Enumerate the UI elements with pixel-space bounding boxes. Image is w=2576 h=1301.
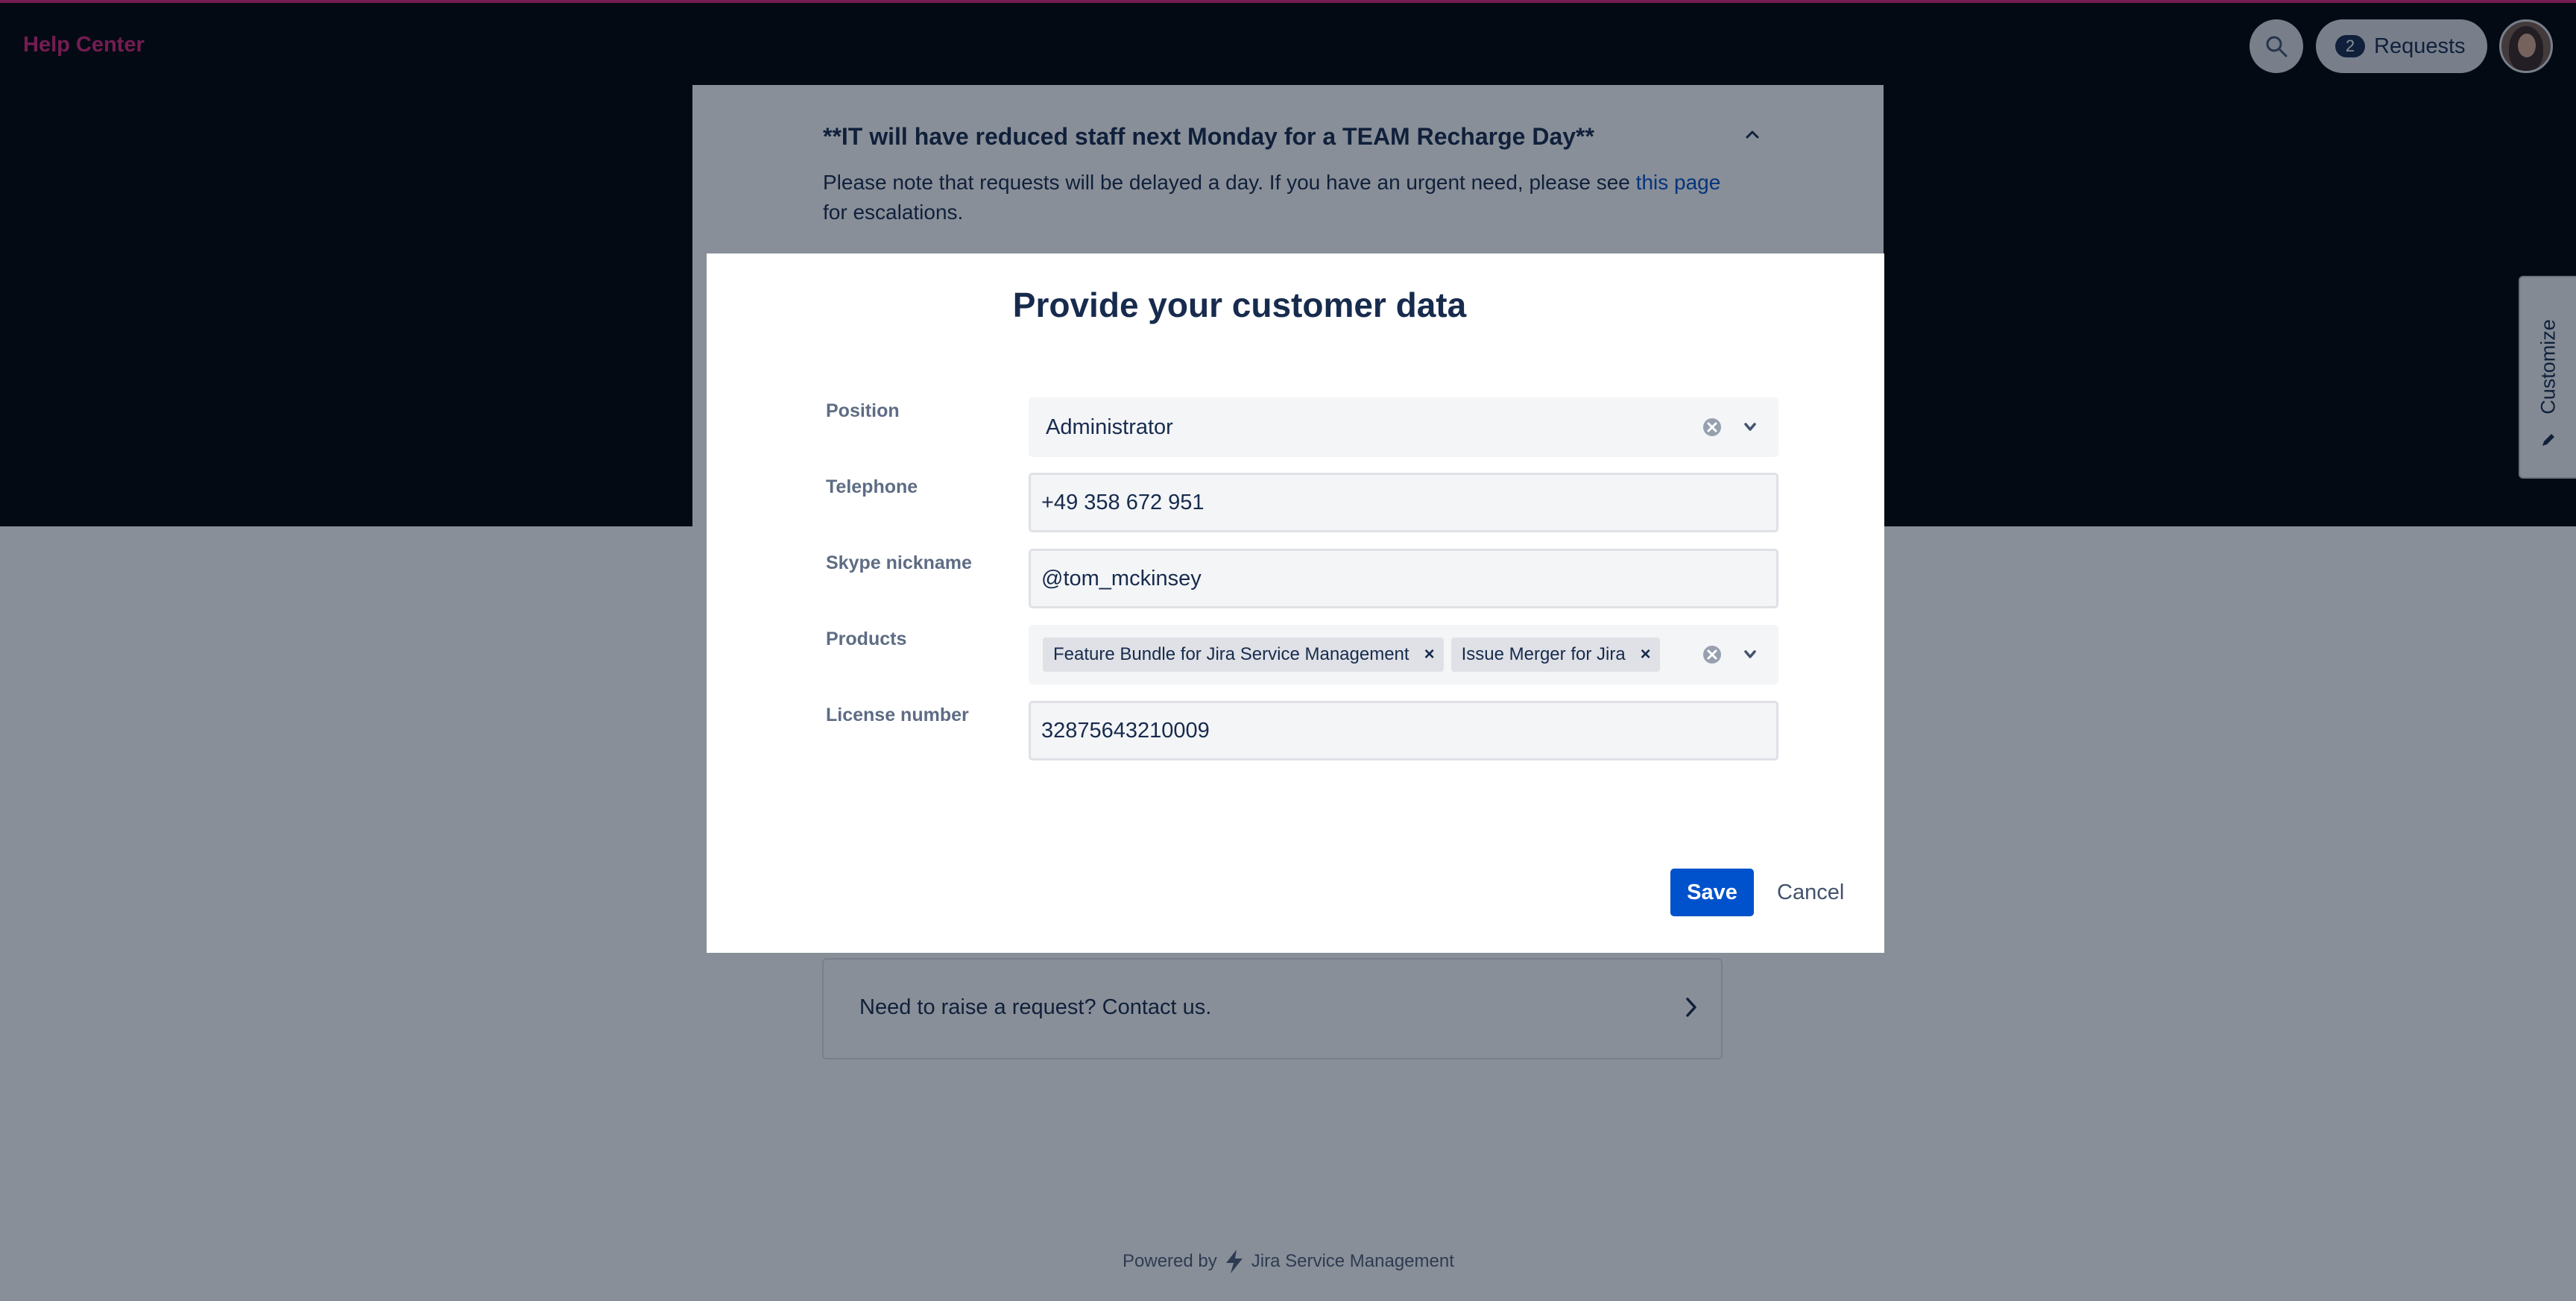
license-value: 32875643210009 bbox=[1041, 718, 1210, 743]
clear-icon[interactable] bbox=[1702, 644, 1723, 665]
skype-value: @tom_mckinsey bbox=[1041, 566, 1202, 590]
dialog-title: Provide your customer data bbox=[1012, 286, 1467, 324]
customer-data-dialog: Provide your customer data Position Admi… bbox=[707, 253, 1884, 953]
telephone-field[interactable]: +49 358 672 951 bbox=[1029, 473, 1778, 532]
product-chip: Feature Bundle for Jira Service Manageme… bbox=[1043, 637, 1444, 672]
chevron-down-icon[interactable] bbox=[1742, 649, 1758, 661]
cancel-button[interactable]: Cancel bbox=[1777, 869, 1844, 916]
product-chip: Issue Merger for Jira × bbox=[1450, 637, 1660, 672]
products-multiselect[interactable]: Feature Bundle for Jira Service Manageme… bbox=[1029, 625, 1778, 684]
clear-icon[interactable] bbox=[1702, 417, 1723, 438]
license-number-field[interactable]: 32875643210009 bbox=[1029, 701, 1778, 760]
telephone-label: Telephone bbox=[826, 476, 918, 497]
license-label: License number bbox=[826, 705, 969, 725]
remove-chip-icon[interactable]: × bbox=[1424, 644, 1435, 665]
position-label: Position bbox=[826, 400, 900, 421]
chevron-down-icon[interactable] bbox=[1742, 421, 1758, 433]
products-label: Products bbox=[826, 629, 907, 649]
skype-label: Skype nickname bbox=[826, 552, 972, 573]
telephone-value: +49 358 672 951 bbox=[1041, 490, 1205, 514]
skype-nickname-field[interactable]: @tom_mckinsey bbox=[1029, 549, 1778, 608]
save-button[interactable]: Save bbox=[1670, 869, 1754, 916]
position-value: Administrator bbox=[1046, 415, 1173, 439]
remove-chip-icon[interactable]: × bbox=[1641, 644, 1651, 665]
position-select[interactable]: Administrator bbox=[1029, 397, 1778, 457]
